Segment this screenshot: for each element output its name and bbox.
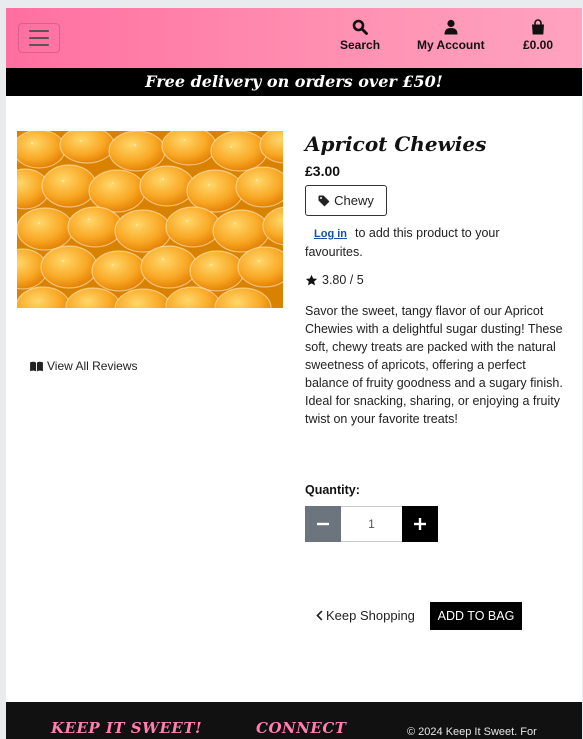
login-link[interactable]: Log in bbox=[314, 228, 347, 240]
apricot-chewies-photo bbox=[17, 131, 283, 308]
star-icon bbox=[305, 274, 318, 285]
rating-value: 3.80 / 5 bbox=[322, 273, 364, 287]
nav-my-account-label: My Account bbox=[417, 38, 485, 52]
quantity-stepper: 1 bbox=[305, 506, 438, 542]
quantity-label: Quantity: bbox=[305, 483, 360, 497]
view-all-reviews-label: View All Reviews bbox=[47, 359, 138, 373]
menu-toggle-button[interactable] bbox=[18, 23, 60, 53]
minus-icon bbox=[317, 522, 329, 526]
product-price: £3.00 bbox=[305, 163, 341, 179]
keep-shopping-label: Keep Shopping bbox=[326, 608, 415, 623]
product-title: Apricot Chewies bbox=[305, 132, 487, 156]
view-all-reviews-link[interactable]: View All Reviews bbox=[30, 359, 137, 373]
product-rating: 3.80 / 5 bbox=[305, 273, 364, 287]
nav-my-account[interactable]: My Account bbox=[417, 19, 485, 52]
top-navbar: Search My Account £0.00 bbox=[6, 8, 582, 68]
category-tag-button[interactable]: Chewy bbox=[305, 185, 387, 216]
hamburger-icon bbox=[29, 44, 49, 46]
hamburger-icon bbox=[29, 37, 49, 39]
category-tag-label: Chewy bbox=[334, 193, 374, 208]
product-description: Savor the sweet, tangy flavor of our Apr… bbox=[305, 304, 563, 426]
nav-search[interactable]: Search bbox=[340, 19, 380, 52]
keep-shopping-link[interactable]: Keep Shopping bbox=[315, 608, 415, 623]
book-open-icon bbox=[30, 361, 43, 372]
user-icon bbox=[444, 19, 458, 35]
search-icon bbox=[352, 19, 368, 35]
add-to-bag-button[interactable]: ADD TO BAG bbox=[430, 602, 522, 630]
footer-brand: KEEP IT SWEET! bbox=[51, 719, 203, 737]
decrement-button[interactable] bbox=[305, 506, 341, 542]
footer: KEEP IT SWEET! CONNECT © 2024 Keep It Sw… bbox=[6, 702, 582, 739]
favourites-notice: Log in to add this product to your favour… bbox=[305, 224, 535, 261]
nav-search-label: Search bbox=[340, 38, 381, 52]
delivery-banner: Free delivery on orders over £50! bbox=[6, 68, 582, 96]
footer-copyright: © 2024 Keep It Sweet. For bbox=[407, 726, 537, 738]
bag-total: £0.00 bbox=[523, 38, 554, 52]
quantity-input[interactable]: 1 bbox=[341, 506, 402, 542]
tag-icon bbox=[318, 195, 330, 206]
page: Search My Account £0.00 Free delivery on… bbox=[6, 8, 582, 739]
footer-connect-heading: CONNECT bbox=[256, 719, 347, 737]
chevron-left-icon bbox=[316, 610, 323, 621]
shopping-bag-icon bbox=[532, 19, 545, 35]
nav-bag[interactable]: £0.00 bbox=[523, 19, 553, 52]
product-image bbox=[17, 131, 283, 308]
plus-icon bbox=[414, 518, 426, 530]
hamburger-icon bbox=[29, 30, 49, 32]
increment-button[interactable] bbox=[402, 506, 438, 542]
